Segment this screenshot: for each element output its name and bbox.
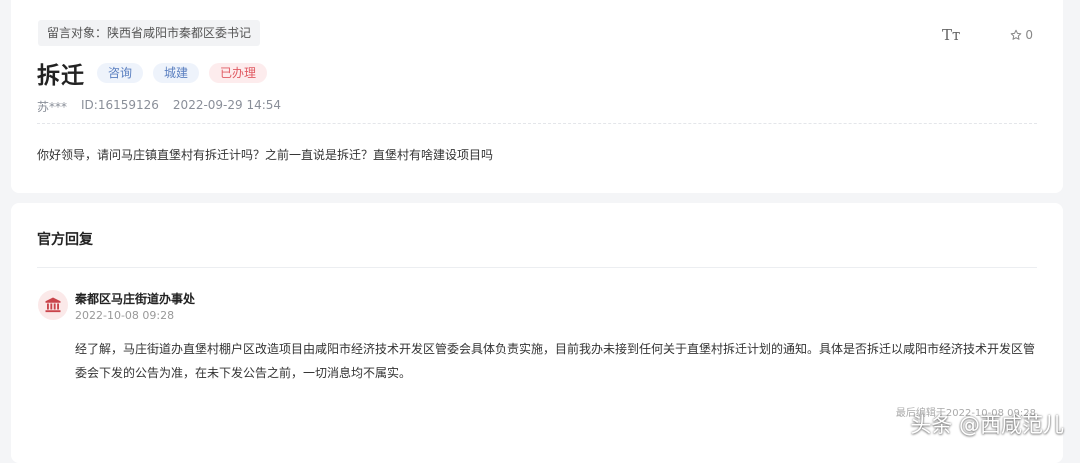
tag-consult: 咨询 — [97, 63, 144, 83]
tag-urban-construction: 城建 — [153, 63, 200, 83]
divider — [37, 123, 1037, 124]
font-size-icon[interactable]: Tт — [942, 26, 960, 44]
message-meta: 苏*** ID:16159126 2022-09-29 14:54 — [37, 98, 295, 115]
message-datetime: 2022-09-29 14:54 — [172, 98, 282, 112]
reply-time: 2022-10-08 09:28 — [75, 309, 175, 322]
message-actions: Tт 0 — [942, 26, 1033, 44]
divider — [37, 267, 1037, 268]
title-row: 拆迁 咨询 城建 已办理 — [37, 56, 277, 90]
favorite-count: 0 — [1025, 28, 1033, 42]
watermark: 头条 @西咸范儿 — [910, 413, 1064, 437]
status-badge: 已办理 — [209, 63, 268, 83]
reply-heading: 官方回复 — [37, 232, 93, 248]
star-icon — [1011, 29, 1022, 40]
reply-content: 经了解，马庄街道办直堡村棚户区改造项目由咸阳市经济技术开发区管委会具体负责实施，… — [75, 342, 1036, 380]
message-id: ID:16159126 — [81, 98, 159, 112]
author-name: 苏*** — [37, 100, 68, 114]
message-title: 拆迁 — [37, 63, 85, 89]
message-card: 留言对象：陕西省咸阳市秦都区委书记 Tт 0 拆迁 咨询 城建 已办理 苏***… — [11, 0, 1063, 193]
message-target: 留言对象：陕西省咸阳市秦都区委书记 — [38, 20, 261, 46]
reply-card: 官方回复 秦都区马庄街道办事处 2022-10-08 09:28 经了解，马庄街… — [11, 203, 1063, 463]
government-building-icon — [38, 290, 68, 320]
message-content: 你好领导，请问马庄镇直堡村有拆迁计吗？之前一直说是拆迁？直堡村有啥建设项目吗 — [37, 148, 494, 162]
favorite-button[interactable]: 0 — [1010, 28, 1033, 42]
reply-org-name: 秦都区马庄街道办事处 — [75, 292, 196, 306]
